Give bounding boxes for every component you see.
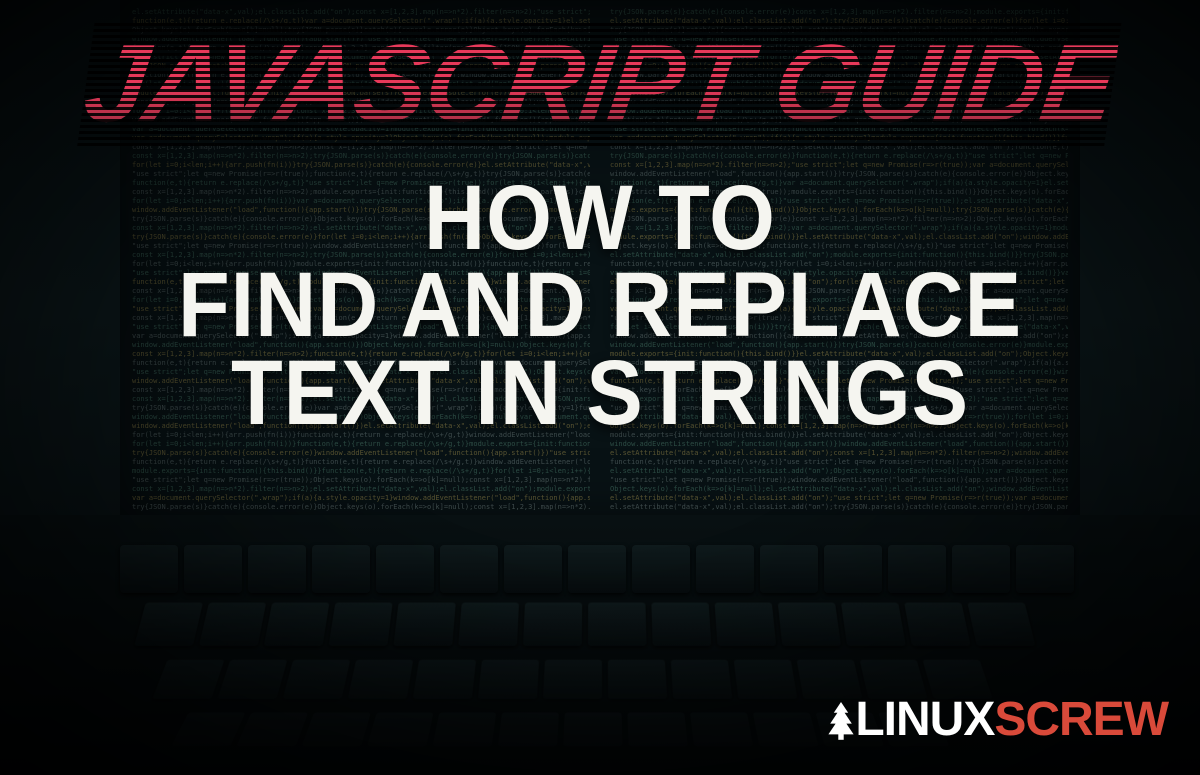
brand-word-a: LINUX xyxy=(855,692,994,747)
hero-banner: el.setAttribute("data-x",val);el.classLi… xyxy=(0,0,1200,775)
code-columns: el.setAttribute("data-x",val);el.classLi… xyxy=(120,0,1080,520)
brand-logo: LINUXSCREW xyxy=(823,692,1168,747)
tree-icon xyxy=(823,698,859,742)
brand-word-b: SCREW xyxy=(994,692,1168,747)
code-screen-background: el.setAttribute("data-x",val);el.classLi… xyxy=(120,0,1080,520)
